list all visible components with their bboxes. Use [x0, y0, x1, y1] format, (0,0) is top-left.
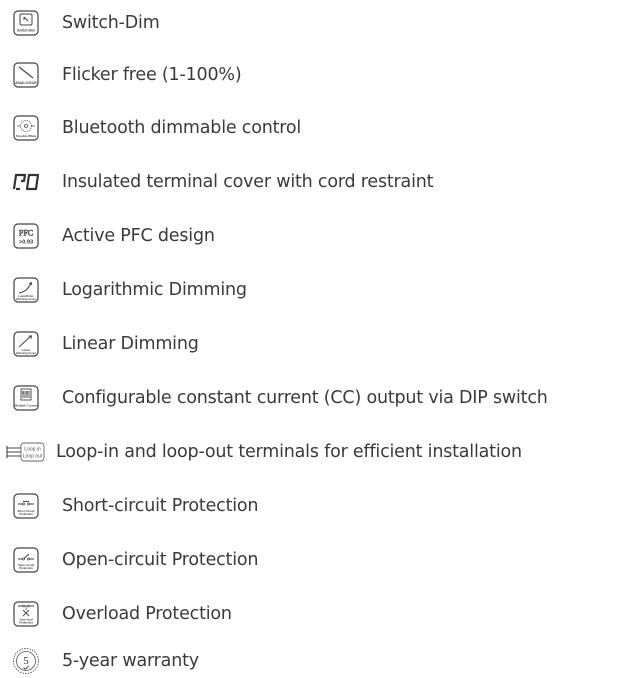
- feature-label-bluetooth: Bluetooth dimmable control: [62, 118, 302, 138]
- warranty-5-year-icon: 5: [12, 647, 40, 675]
- analogue-icon: ANALOGUE: [12, 61, 40, 89]
- feature-label-open-circuit: Open-circuit Protection: [62, 550, 259, 570]
- svg-text:Dimming Curve: Dimming Curve: [16, 351, 36, 355]
- feature-item-short-circuit: Short Circuit Protection Short-circuit P…: [12, 491, 259, 521]
- feature-label-short-circuit: Short-circuit Protection: [62, 496, 259, 516]
- feature-item-bluetooth: Tunable White Bluetooth dimmable control: [12, 113, 301, 143]
- loop-in-out-icon: Loop in Loop out: [6, 438, 46, 466]
- feature-item-linear: Linear Dimming Curve Linear Dimming: [12, 329, 199, 359]
- feature-item-terminal-cover: Insulated terminal cover with cord restr…: [12, 167, 433, 197]
- svg-text:Protection: Protection: [19, 512, 33, 516]
- switch-dim-icon-text: Switch-Dim: [17, 29, 35, 33]
- feature-item-switch-dim: Switch-Dim Switch-Dim: [12, 8, 160, 38]
- feature-label-pfc: Active PFC design: [62, 226, 215, 246]
- feature-label-terminal-cover: Insulated terminal cover with cord restr…: [62, 172, 434, 192]
- logarithmic-curve-icon: Logarithmic Dimming Curve: [12, 276, 40, 304]
- svg-text:Protection: Protection: [19, 566, 33, 570]
- warranty-icon-text: 5: [23, 655, 29, 667]
- feature-list: Switch-Dim Switch-Dim ANALOGUE Flicker f…: [0, 0, 631, 678]
- feature-label-flicker-free: Flicker free (1-100%): [62, 65, 242, 85]
- svg-text:Protection: Protection: [19, 621, 33, 625]
- feature-item-overload: Over-load Protection Overload Protection: [12, 599, 232, 629]
- feature-label-warranty: 5-year warranty: [62, 651, 199, 671]
- feature-item-flicker-free: ANALOGUE Flicker free (1-100%): [12, 60, 242, 90]
- svg-text:PFC: PFC: [19, 229, 33, 238]
- feature-item-loop: Loop in Loop out Loop-in and loop-out te…: [6, 437, 522, 467]
- short-circuit-icon: Short Circuit Protection: [12, 492, 40, 520]
- dip-switch-icon: Multiple Current: [12, 384, 40, 412]
- bluetooth-tunable-white-icon: Tunable White: [12, 114, 40, 142]
- analogue-icon-text: ANALOGUE: [15, 81, 37, 85]
- svg-text:Loop in: Loop in: [24, 447, 41, 453]
- pfc-icon: PFC >0.93: [12, 222, 40, 250]
- multiple-current-icon-text: Multiple Current: [15, 404, 39, 408]
- feature-label-loop: Loop-in and loop-out terminals for effic…: [56, 442, 522, 462]
- terminal-cover-icon: [12, 168, 40, 196]
- linear-curve-icon: Linear Dimming Curve: [12, 330, 40, 358]
- pfc-icon-text: >0.93: [19, 240, 33, 246]
- feature-item-dip-switch: Multiple Current Configurable constant c…: [12, 383, 548, 413]
- feature-item-pfc: PFC >0.93 Active PFC design: [12, 221, 215, 251]
- feature-label-logarithmic: Logarithmic Dimming: [62, 280, 247, 300]
- svg-text:Dimming Curve: Dimming Curve: [16, 297, 36, 301]
- svg-text:Loop out: Loop out: [23, 454, 43, 460]
- tunable-white-icon-text: Tunable White: [16, 134, 37, 138]
- open-circuit-icon: Open-circuit Protection: [12, 546, 40, 574]
- feature-label-switch-dim: Switch-Dim: [62, 13, 160, 33]
- switch-dim-icon: Switch-Dim: [12, 9, 40, 37]
- feature-label-linear: Linear Dimming: [62, 334, 199, 354]
- feature-label-dip-switch: Configurable constant current (CC) outpu…: [62, 388, 548, 408]
- feature-label-overload: Overload Protection: [62, 604, 232, 624]
- overload-icon: Over-load Protection: [12, 600, 40, 628]
- feature-item-open-circuit: Open-circuit Protection Open-circuit Pro…: [12, 545, 258, 575]
- feature-item-warranty: 5 5-year warranty: [12, 646, 199, 676]
- feature-item-logarithmic: Logarithmic Dimming Curve Logarithmic Di…: [12, 275, 247, 305]
